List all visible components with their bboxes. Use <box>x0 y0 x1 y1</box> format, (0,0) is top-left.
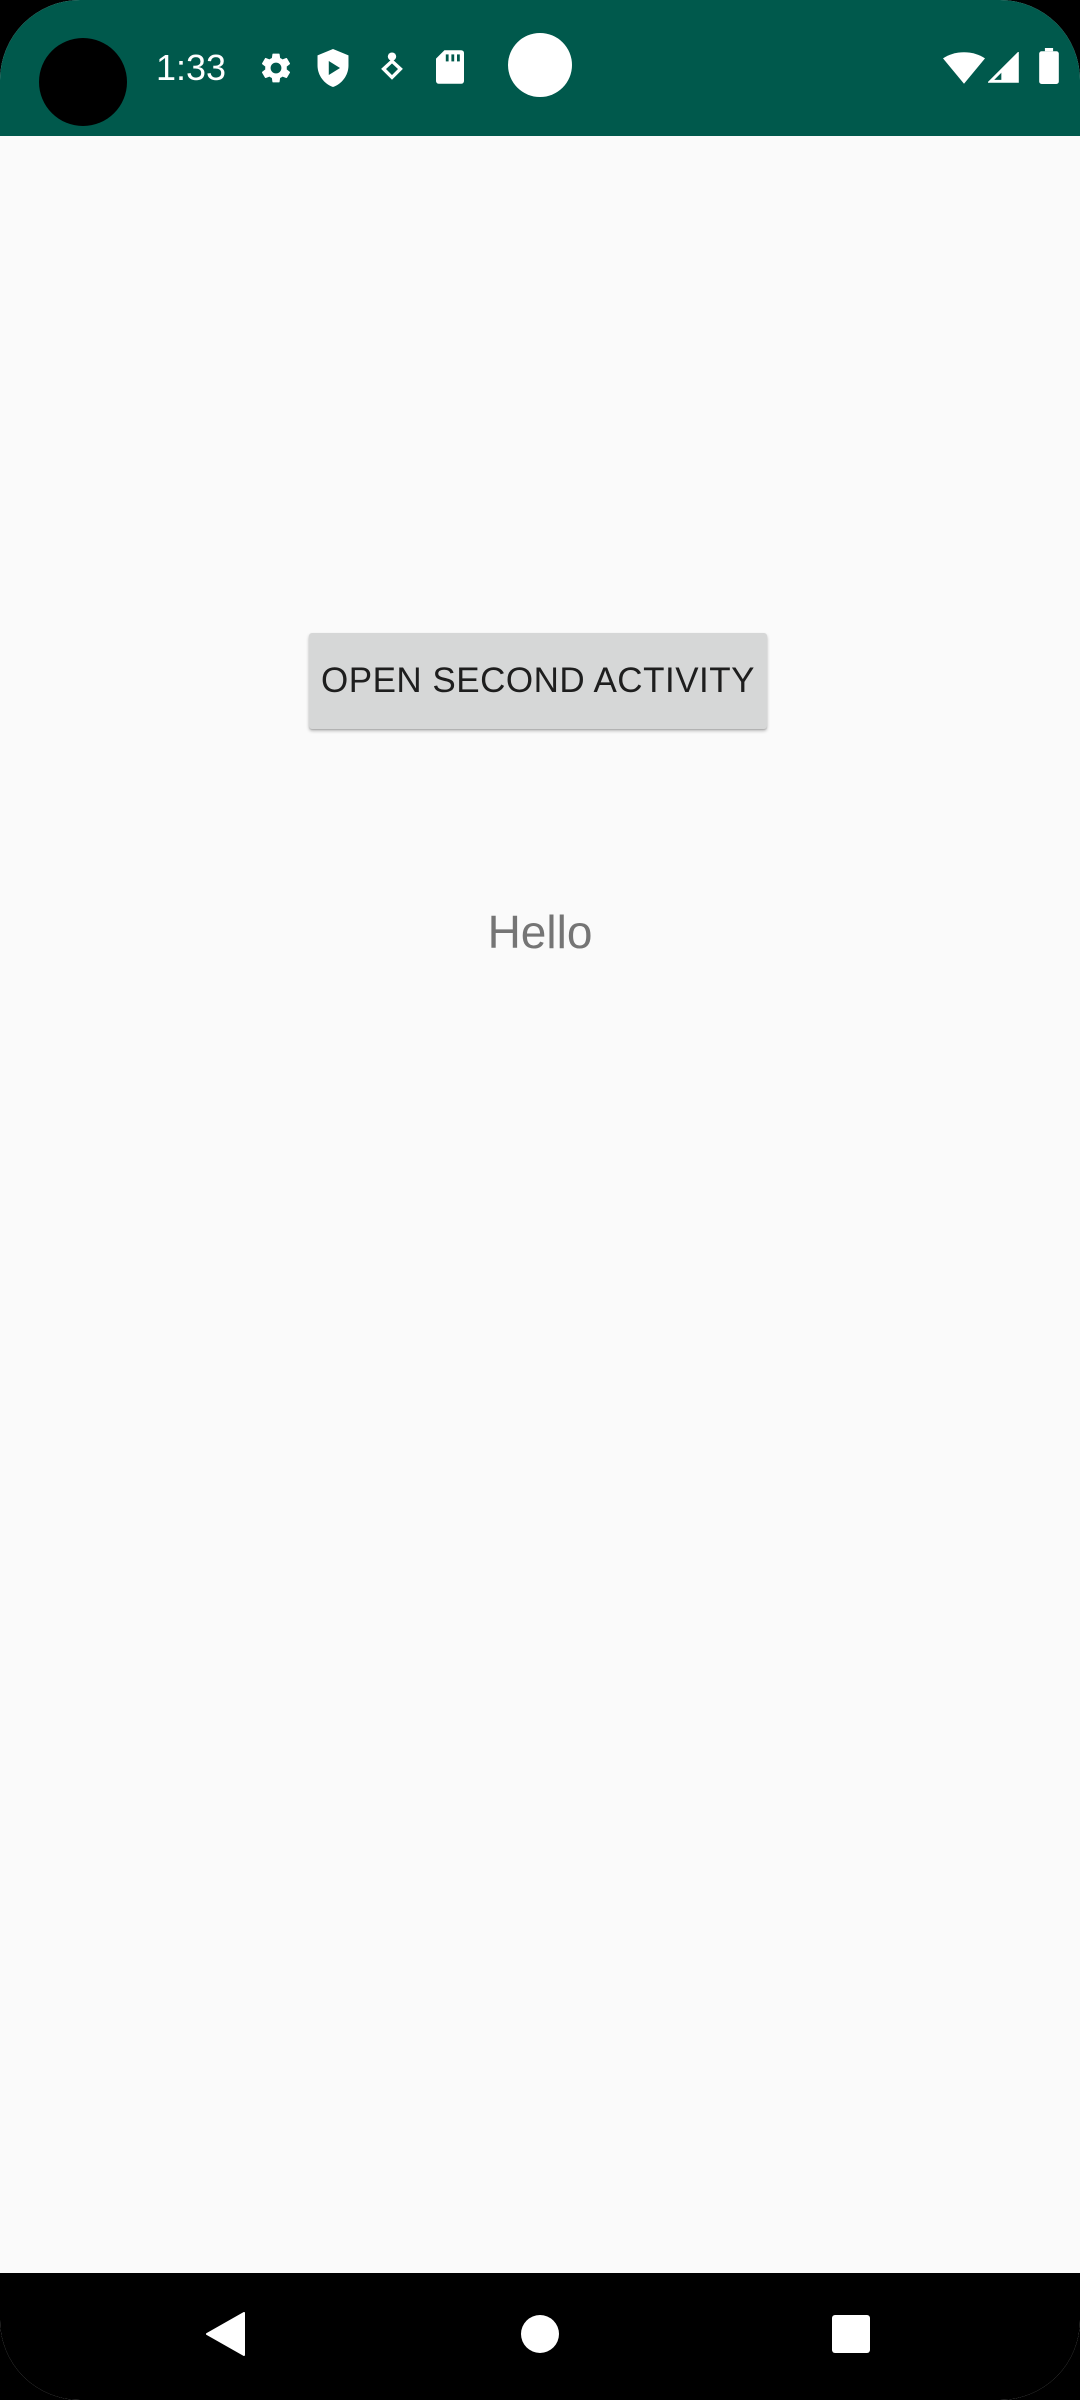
recents-icon <box>831 2314 871 2359</box>
cell-signal-icon <box>988 52 1020 84</box>
back-icon <box>206 2311 246 2361</box>
sd-card-icon <box>436 50 464 84</box>
recents-button[interactable] <box>791 2281 911 2391</box>
wifi-icon <box>943 52 985 84</box>
location-pin-icon <box>379 51 405 83</box>
status-bar: 1:33 <box>0 0 1080 136</box>
hello-text: Hello <box>487 906 593 958</box>
navigation-bar <box>0 2273 1080 2400</box>
home-button[interactable] <box>480 2281 600 2391</box>
settings-gear-icon <box>258 50 294 86</box>
main-content: OPEN SECOND ACTIVITY Hello <box>0 136 1080 2273</box>
battery-icon <box>1039 48 1059 84</box>
phone-screen: 1:33 OPEN SECOND ACTIVITY Hello <box>0 0 1080 2400</box>
notification-dot-icon <box>508 33 572 97</box>
home-icon <box>520 2314 560 2359</box>
back-button[interactable] <box>166 2281 286 2391</box>
camera-cutout <box>39 38 127 126</box>
open-second-activity-button[interactable]: OPEN SECOND ACTIVITY <box>309 633 767 729</box>
play-protect-shield-icon <box>316 49 350 87</box>
status-time: 1:33 <box>156 47 227 88</box>
